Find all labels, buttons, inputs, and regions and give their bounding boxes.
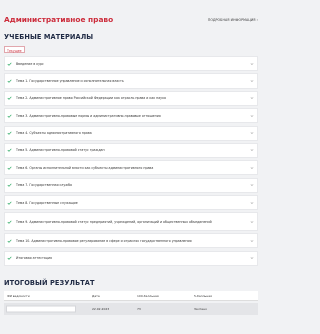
result-title: ИТОГОВЫЙ РЕЗУЛЬТАТ [4,279,95,287]
list-item-label: Тема 4. Субъекты административного права [16,130,92,135]
chevron-down-icon[interactable] [250,201,254,205]
list-item[interactable]: Тема 1. Государственное управление и исп… [4,73,258,89]
column-header: 5-балльная [194,293,212,298]
materials-list: Введение в курс Тема 1. Государственное … [4,56,258,268]
chevron-down-icon[interactable] [250,131,254,135]
check-icon [7,256,12,261]
column-header: Дата [92,293,100,298]
check-icon [7,61,12,66]
chevron-down-icon[interactable] [250,114,254,118]
column-header: 100-балльная [137,293,159,298]
chevron-down-icon[interactable] [250,239,254,243]
chevron-down-icon[interactable] [250,96,254,100]
list-item[interactable]: Тема 6. Органы исполнительной власти как… [4,160,258,176]
list-item-label: Тема 8. Государственные служащие [16,200,78,205]
chevron-down-icon[interactable] [250,220,254,224]
chevron-down-icon[interactable] [250,79,254,83]
chevron-down-icon[interactable] [250,256,254,260]
list-item[interactable]: Тема 9. Административно-правовой статус … [4,212,258,231]
list-item[interactable]: Введение в курс [4,56,258,72]
statement-name-field [6,305,76,313]
list-item-label: Введение в курс [16,61,44,66]
list-item-label: Тема 6. Органы исполнительной власти как… [16,165,154,170]
list-item[interactable]: Тема 2. Административное право Российско… [4,90,258,106]
list-item-label: Тема 10. Административно-правовое регули… [16,238,192,243]
result-table: ФИ ведомости Дата 100-балльная 5-балльна… [4,291,258,315]
chevron-down-icon[interactable] [250,183,254,187]
check-icon [7,78,12,83]
list-item[interactable]: Тема 5. Административно-правовой статус … [4,142,258,159]
list-item-label: Тема 5. Административно-правовой статус … [16,148,105,153]
list-item-label: Тема 3. Административно-правовые нормы и… [16,113,161,118]
column-header: ФИ ведомости [7,293,30,298]
list-item-label: Тема 9. Административно-правовой статус … [16,219,212,224]
check-icon [7,238,12,243]
chevron-right-icon: › [256,18,258,22]
list-item-label: Тема 2. Административное право Российско… [16,96,166,101]
list-item-label: Тема 1. Государственное управление и исп… [16,78,124,83]
list-item[interactable]: Итоговая аттестация [4,250,258,266]
check-icon [7,148,12,153]
list-item[interactable]: Тема 10. Административно-правовое регули… [4,233,258,249]
check-icon [7,113,12,118]
score-100-cell: 73 [137,307,141,311]
current-tag[interactable]: Текущее [4,46,25,53]
chevron-down-icon[interactable] [250,148,254,152]
chevron-down-icon[interactable] [250,166,254,170]
list-item[interactable]: Тема 8. Государственные служащие [4,195,258,211]
table-header: ФИ ведомости Дата 100-балльная 5-балльна… [4,291,258,301]
details-link[interactable]: ПОДРОБНАЯ ИНФОРМАЦИЯ› [208,18,258,22]
course-title: Административное право [4,15,114,24]
date-cell: 22.02.2023 [92,307,110,311]
course-header: Административное право ПОДРОБНАЯ ИНФОРМА… [0,0,262,30]
list-item[interactable]: Тема 7. Государственная служба [4,177,258,193]
chevron-down-icon[interactable] [250,62,254,66]
list-item[interactable]: Тема 4. Субъекты административного права [4,125,258,141]
check-icon [7,219,12,224]
list-item-label: Тема 7. Государственная служба [16,183,73,188]
details-link-label: ПОДРОБНАЯ ИНФОРМАЦИЯ [207,18,256,22]
materials-title: УЧЕБНЫЕ МАТЕРИАЛЫ [4,33,94,41]
list-item-label: Итоговая аттестация [16,255,52,260]
table-row: 22.02.2023 73 Зачтено [4,303,258,315]
check-icon [7,131,12,136]
list-item[interactable]: Тема 3. Административно-правовые нормы и… [4,108,258,124]
score-5-cell: Зачтено [194,307,207,311]
check-icon [7,200,12,205]
check-icon [7,183,12,188]
check-icon [7,96,12,101]
check-icon [7,165,12,170]
